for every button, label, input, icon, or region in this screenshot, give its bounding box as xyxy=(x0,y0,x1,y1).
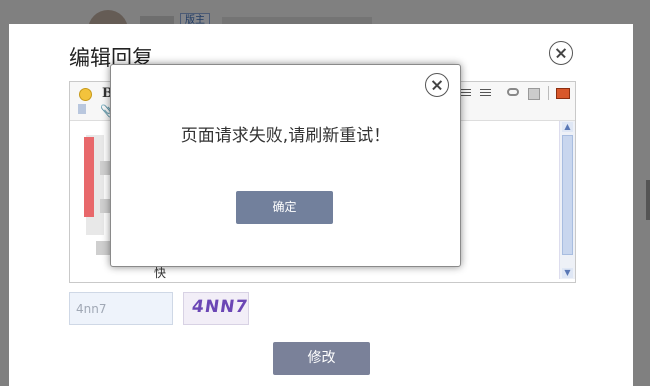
captcha-image[interactable]: 4NN7 xyxy=(183,292,249,325)
align-justify-icon[interactable] xyxy=(480,89,491,98)
toolbar-divider xyxy=(548,86,549,100)
link-icon[interactable] xyxy=(507,88,519,96)
image-icon[interactable] xyxy=(78,104,86,114)
alert-confirm-button[interactable]: 确定 xyxy=(236,191,333,224)
editor-scrollbar[interactable]: ▲ ▼ xyxy=(559,121,575,279)
alert-close-icon[interactable] xyxy=(425,73,449,97)
captcha-input[interactable] xyxy=(69,292,173,325)
submit-edit-button[interactable]: 修改 xyxy=(273,342,370,375)
redacted-content-red xyxy=(84,137,94,217)
error-alert-dialog: 页面请求失败,请刷新重试！ 确定 xyxy=(110,64,461,267)
align-center-icon[interactable] xyxy=(460,89,471,98)
unlink-icon[interactable] xyxy=(528,88,540,100)
captcha-image-text: 4NN7 xyxy=(190,297,249,317)
scroll-up-icon[interactable]: ▲ xyxy=(562,122,573,132)
media-icon[interactable] xyxy=(556,88,570,99)
scrollbar-thumb[interactable] xyxy=(562,135,573,255)
modal-close-icon[interactable] xyxy=(549,41,573,65)
scroll-down-icon[interactable]: ▼ xyxy=(562,268,573,278)
emoji-icon[interactable] xyxy=(79,88,92,101)
alert-message: 页面请求失败,请刷新重试！ xyxy=(180,126,391,146)
